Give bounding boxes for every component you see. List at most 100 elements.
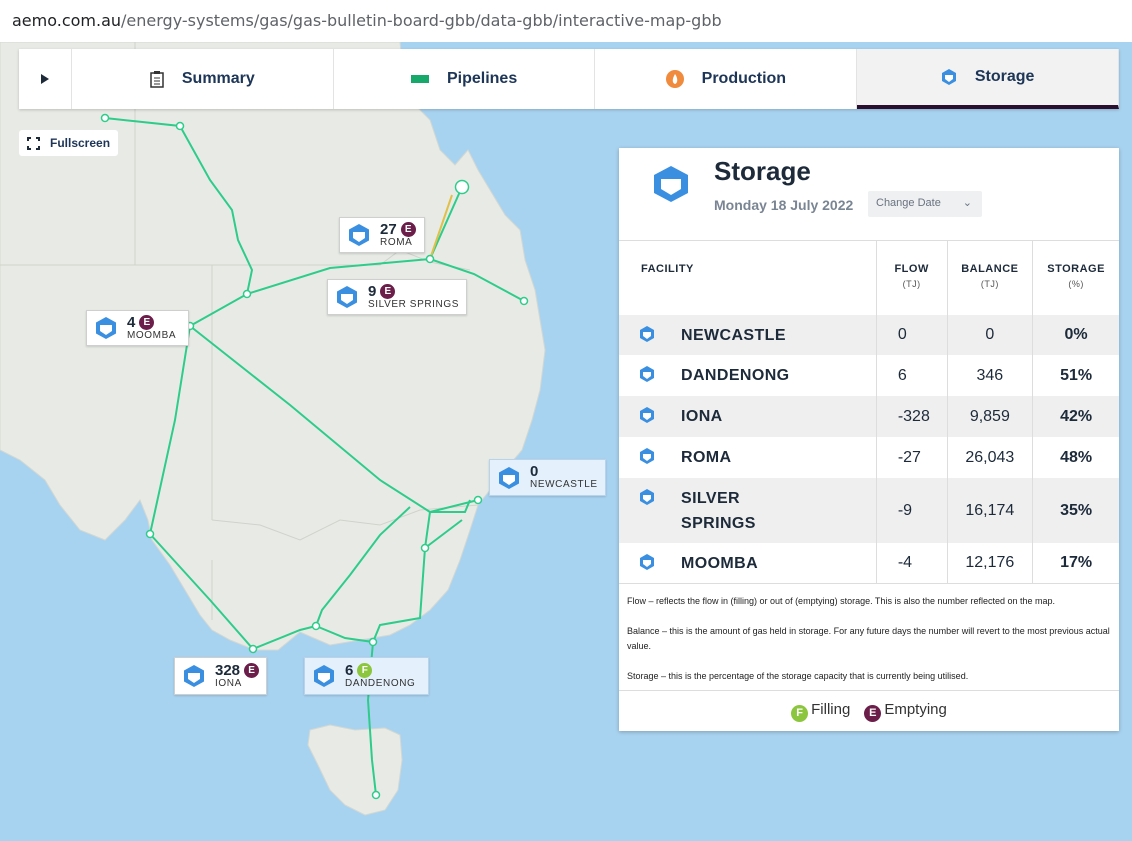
balance-cell: 12,176 bbox=[947, 543, 1034, 583]
balance-cell: 0 bbox=[947, 315, 1034, 355]
balance-cell: 26,043 bbox=[947, 437, 1034, 478]
flow-cell: 0 bbox=[876, 315, 948, 355]
tab-bar: Summary Pipelines Production Storage bbox=[19, 49, 1120, 109]
tab-storage-label: Storage bbox=[974, 68, 1035, 85]
balance-cell: 16,174 bbox=[947, 478, 1034, 543]
tab-production-label: Production bbox=[701, 70, 787, 87]
table-row[interactable]: NEWCASTLE 0 0 0% bbox=[619, 315, 1119, 355]
dandenong-name: DANDENONG bbox=[345, 677, 416, 689]
balance-cell: 9,859 bbox=[947, 396, 1034, 437]
filling-badge: F bbox=[357, 662, 373, 678]
storage-hex-icon bbox=[639, 325, 655, 351]
fullscreen-icon bbox=[27, 136, 40, 150]
panel-header: Storage Monday 18 July 2022 Change Date … bbox=[619, 148, 1119, 241]
storage-cell: 35% bbox=[1032, 478, 1119, 543]
legend-emptying: Emptying bbox=[884, 700, 947, 718]
storage-hex-icon bbox=[639, 447, 655, 473]
table-row[interactable]: DANDENONG 6 346 51% bbox=[619, 355, 1119, 396]
clipboard-icon bbox=[150, 70, 164, 88]
silver-springs-name: SILVER SPRINGS bbox=[368, 298, 460, 310]
moomba-value: 4 bbox=[127, 313, 136, 331]
emptying-badge: E bbox=[380, 283, 396, 299]
map-label-moomba[interactable]: 4E MOOMBA bbox=[86, 310, 189, 346]
tab-production[interactable]: Production bbox=[595, 49, 858, 109]
tab-summary-label: Summary bbox=[181, 70, 255, 87]
storage-cell: 48% bbox=[1060, 448, 1093, 466]
change-date-label: Change Date bbox=[876, 197, 941, 209]
panel-date: Monday 18 July 2022 bbox=[714, 197, 854, 213]
flame-icon bbox=[665, 70, 684, 88]
filling-badge: F bbox=[791, 704, 809, 722]
table-row[interactable]: IONA -328 9,859 42% bbox=[619, 396, 1119, 437]
balance-cell: 346 bbox=[947, 355, 1034, 396]
storage-hex-icon bbox=[334, 284, 360, 310]
facility-cell: MOOMBA bbox=[619, 543, 877, 583]
storage-table: FACILITY FLOW (TJ) BALANCE (TJ) STORAGE (%)… bbox=[619, 241, 1119, 583]
address-bar[interactable]: aemo.com.au/energy-systems/gas/gas-bulle… bbox=[0, 0, 1132, 42]
facility-cell: DANDENONG bbox=[619, 355, 877, 396]
tab-summary[interactable]: Summary bbox=[72, 49, 334, 109]
storage-panel: Storage Monday 18 July 2022 Change Date … bbox=[619, 148, 1119, 731]
iona-name: IONA bbox=[215, 677, 242, 689]
facility-cell: ROMA bbox=[619, 437, 877, 478]
flow-cell: -4 bbox=[876, 543, 948, 583]
roma-value: 27 bbox=[380, 220, 397, 238]
storage-hex-icon bbox=[311, 663, 337, 689]
col-flow: FLOW (TJ) bbox=[876, 241, 948, 315]
emptying-badge: E bbox=[139, 314, 155, 330]
map-label-iona[interactable]: 328 E IONA bbox=[174, 657, 267, 695]
flow-cell: 6 bbox=[876, 355, 948, 396]
storage-hex-icon bbox=[496, 465, 522, 491]
legend: F Filling E Emptying bbox=[619, 690, 1119, 731]
facility-cell: SILVER SPRINGS bbox=[619, 478, 877, 543]
change-date-dropdown[interactable]: Change Date ⌄ bbox=[868, 191, 982, 217]
map-label-dandenong[interactable]: 6F DANDENONG bbox=[304, 657, 429, 695]
tab-pipelines[interactable]: Pipelines bbox=[334, 49, 596, 109]
note-storage: Storage – this is the percentage of the … bbox=[627, 671, 969, 681]
storage-cell: 51% bbox=[1060, 366, 1093, 384]
silver-springs-value: 9 bbox=[368, 282, 377, 300]
emptying-badge: E bbox=[400, 221, 416, 237]
col-storage: STORAGE (%) bbox=[1047, 263, 1105, 289]
newcastle-name: NEWCASTLE bbox=[530, 478, 598, 490]
tab-pipelines-label: Pipelines bbox=[446, 70, 518, 87]
col-facility: FACILITY bbox=[619, 241, 877, 315]
storage-hex-icon bbox=[639, 553, 655, 579]
tab-storage[interactable]: Storage bbox=[857, 49, 1120, 109]
notes: Flow – reflects the flow in (filling) or… bbox=[619, 583, 1119, 684]
storage-cell: 42% bbox=[1032, 396, 1119, 437]
url-host: aemo.com.au bbox=[12, 11, 122, 30]
panel-title: Storage bbox=[714, 156, 811, 186]
url-path: /energy-systems/gas/gas-bulletin-board-g… bbox=[121, 11, 722, 30]
emptying-badge: E bbox=[864, 704, 882, 722]
sidebar-toggle-button[interactable] bbox=[19, 49, 72, 109]
flow-cell: -328 bbox=[876, 396, 948, 437]
chevron-down-icon: ⌄ bbox=[962, 197, 972, 209]
storage-hex-icon bbox=[346, 222, 372, 248]
note-balance: Balance – this is the amount of gas held… bbox=[627, 626, 1110, 651]
storage-cell: 17% bbox=[1060, 554, 1093, 571]
storage-hex-icon bbox=[639, 488, 655, 514]
map-label-silver-springs[interactable]: 9E SILVER SPRINGS bbox=[327, 279, 467, 315]
map-label-newcastle[interactable]: 0 NEWCASTLE bbox=[489, 459, 606, 496]
note-flow: Flow – reflects the flow in (filling) or… bbox=[627, 596, 1056, 606]
roma-name: ROMA bbox=[380, 236, 413, 248]
facility-cell: NEWCASTLE bbox=[619, 315, 877, 355]
storage-hex-icon bbox=[941, 68, 957, 86]
storage-hex-icon bbox=[181, 663, 207, 689]
col-balance: BALANCE (TJ) bbox=[947, 241, 1034, 315]
table-row[interactable]: MOOMBA -4 12,176 17% bbox=[619, 543, 1119, 583]
flow-cell: -27 bbox=[876, 437, 948, 478]
legend-filling: Filling bbox=[811, 700, 851, 718]
table-row[interactable]: ROMA -27 26,043 48% bbox=[619, 437, 1119, 478]
fullscreen-label: Fullscreen bbox=[50, 136, 111, 150]
fullscreen-button[interactable]: Fullscreen bbox=[19, 130, 119, 156]
storage-hex-icon bbox=[652, 164, 690, 209]
emptying-badge: E bbox=[244, 662, 260, 678]
map-label-roma[interactable]: 27 E ROMA bbox=[339, 217, 425, 253]
pipeline-icon bbox=[410, 75, 429, 83]
storage-cell: 0% bbox=[1032, 315, 1119, 355]
facility-cell: IONA bbox=[619, 396, 877, 437]
storage-hex-icon bbox=[93, 315, 119, 341]
table-row[interactable]: SILVER SPRINGS -9 16,174 35% bbox=[619, 478, 1119, 543]
